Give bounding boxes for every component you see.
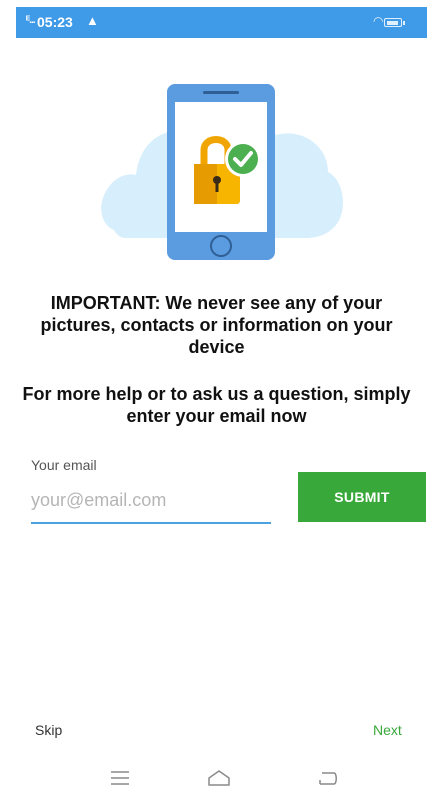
email-field-label: Your email — [31, 457, 97, 473]
email-field[interactable] — [31, 482, 271, 524]
submit-button[interactable]: SUBMIT — [298, 472, 426, 522]
skip-link[interactable]: Skip — [35, 722, 62, 738]
signal-icon: ᴱ... — [26, 15, 35, 26]
system-nav-bar — [0, 760, 433, 799]
status-bar: ᴱ... 05:23 ▲ ◠ — [16, 7, 427, 38]
security-illustration — [101, 84, 343, 260]
wifi-icon: ◠ — [373, 14, 384, 28]
checkmark-icon — [225, 141, 261, 177]
menu-icon[interactable] — [106, 766, 134, 790]
warning-icon: ▲ — [86, 13, 99, 28]
battery-icon — [384, 18, 405, 27]
help-prompt: For more help or to ask us a question, s… — [22, 384, 411, 426]
back-icon[interactable] — [314, 766, 342, 790]
important-notice: IMPORTANT: We never see any of your pict… — [40, 293, 393, 357]
status-time: 05:23 — [37, 14, 73, 30]
home-icon[interactable] — [205, 766, 233, 790]
next-link[interactable]: Next — [373, 722, 402, 738]
